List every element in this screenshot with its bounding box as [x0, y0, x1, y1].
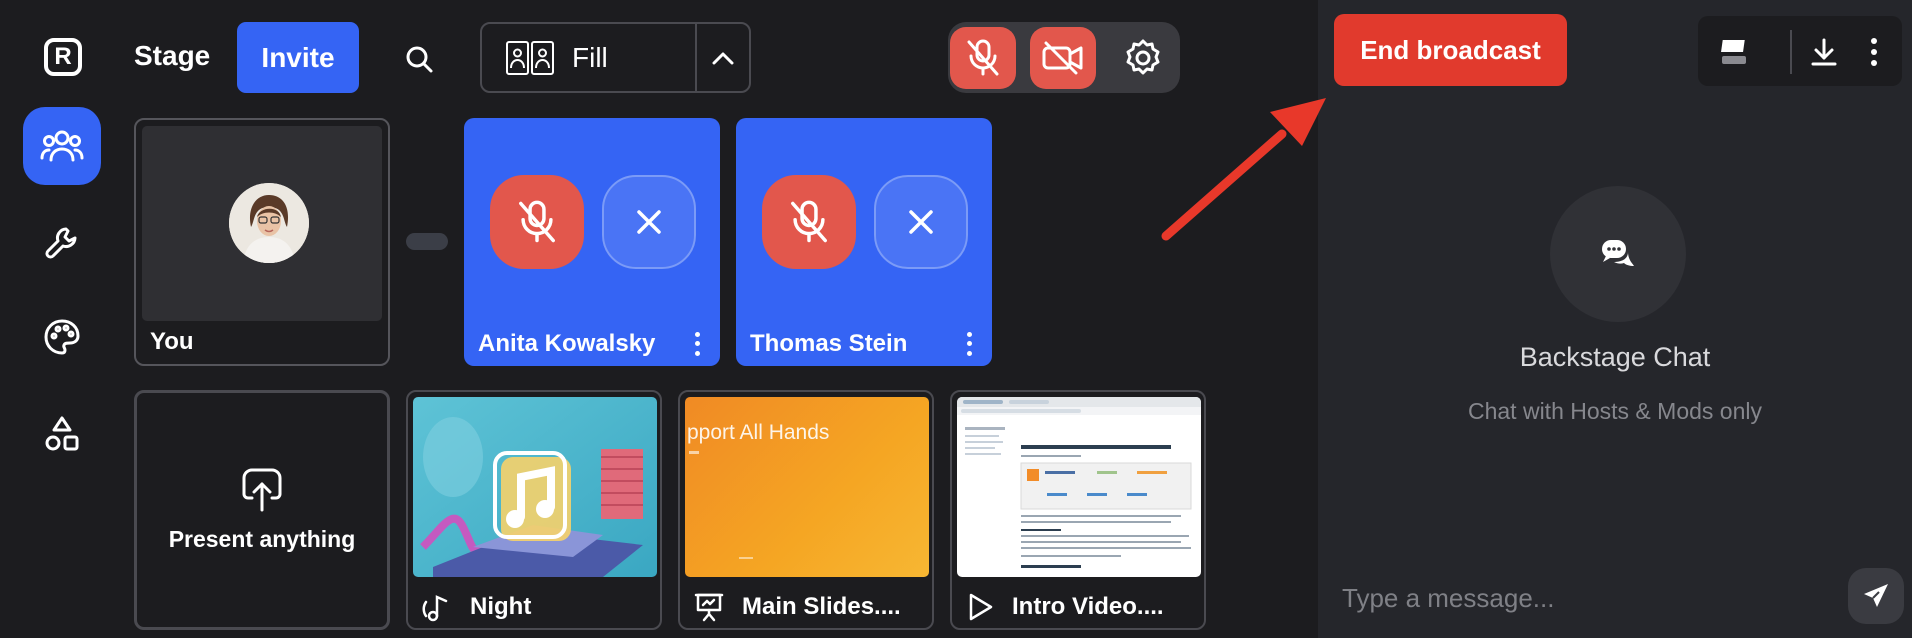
self-video-tile[interactable]: You [134, 118, 390, 366]
app-logo-icon: R [44, 38, 82, 76]
present-anything-button[interactable]: Present anything [134, 390, 390, 630]
media-item-night[interactable]: Night [406, 390, 662, 630]
gear-icon [1126, 39, 1160, 75]
presentation-icon [694, 593, 724, 622]
media-caption: Intro Video.... [966, 592, 1164, 622]
close-icon [637, 210, 661, 234]
studio-app: R Stage Invite Fill You Anita Kowalsky T… [0, 0, 1912, 638]
rail-tools-button[interactable] [23, 204, 101, 282]
layout-grid-icon [506, 40, 554, 75]
chevron-up-icon [712, 52, 734, 64]
download-icon [1811, 38, 1837, 66]
guest-more-button[interactable] [690, 330, 704, 358]
more-vertical-icon [1871, 38, 1877, 66]
close-icon [909, 210, 933, 234]
more-dots-icon [966, 332, 972, 338]
end-broadcast-button[interactable]: End broadcast [1334, 14, 1567, 86]
media-title: Main Slides.... [742, 593, 901, 620]
settings-button[interactable] [1110, 27, 1176, 89]
layout-select-current[interactable]: Fill [482, 24, 695, 91]
avatar [229, 183, 309, 263]
tab-stage[interactable]: Stage [134, 40, 210, 72]
media-item-intro-video[interactable]: Intro Video.... [950, 390, 1206, 630]
upload-icon [242, 468, 282, 511]
search-icon [406, 46, 433, 73]
wrench-icon [45, 227, 77, 259]
shapes-icon [45, 416, 79, 451]
mic-off-icon [519, 200, 555, 243]
present-anything-label: Present anything [168, 525, 356, 552]
stage-divider-handle[interactable] [406, 233, 448, 250]
media-title: Night [470, 593, 532, 620]
guest-mute-button[interactable] [762, 175, 856, 269]
chat-bubbles-icon [1602, 240, 1634, 266]
media-thumbnail [413, 397, 657, 577]
search-button[interactable] [398, 38, 440, 80]
send-icon [1864, 584, 1888, 607]
layout-select[interactable]: Fill [480, 22, 751, 93]
slide-thumb-title: pport All Hands [687, 421, 830, 444]
rail-elements-button[interactable] [23, 395, 101, 473]
layout-label: Fill [572, 41, 608, 73]
guest-name-label: Thomas Stein [750, 330, 908, 357]
guest-remove-button[interactable] [874, 175, 968, 269]
toolbar-divider [1790, 30, 1792, 74]
chat-subtitle: Chat with Hosts & Mods only [1467, 398, 1762, 424]
invite-button[interactable]: Invite [237, 22, 359, 93]
guest-mute-button[interactable] [490, 175, 584, 269]
guest-remove-button[interactable] [602, 175, 696, 269]
palette-icon [44, 319, 80, 355]
media-thumbnail [957, 397, 1201, 577]
left-rail: R [0, 0, 126, 638]
guest-tile[interactable]: Anita Kowalsky [464, 118, 720, 366]
people-icon [40, 130, 84, 162]
chat-title: Backstage Chat [1519, 342, 1711, 372]
media-thumbnail: pport All Hands [685, 397, 929, 577]
panel-toolbar [1698, 16, 1902, 86]
media-item-main-slides[interactable]: pport All Hands Main Slides.... [678, 390, 934, 630]
send-button[interactable] [1848, 568, 1904, 624]
play-icon [969, 593, 993, 621]
self-video-area [142, 126, 382, 321]
guest-tile[interactable]: Thomas Stein [736, 118, 992, 366]
more-dots-icon [694, 332, 700, 338]
mic-off-icon [967, 39, 999, 76]
mute-mic-button[interactable] [950, 27, 1016, 89]
guest-name-label: Anita Kowalsky [478, 330, 656, 357]
self-name-label: You [150, 328, 194, 355]
music-note-icon [422, 595, 448, 622]
panel-toggle-icon [1721, 40, 1746, 64]
panel-more-button[interactable] [1856, 34, 1892, 70]
mic-off-icon [791, 200, 827, 243]
chat-badge [1550, 186, 1686, 322]
media-caption: Night [422, 592, 531, 622]
guest-more-button[interactable] [962, 330, 976, 358]
camera-off-icon [1042, 41, 1083, 75]
media-title: Intro Video.... [1012, 593, 1164, 620]
backstage-panel: End broadcast Backstage Chat Chat with H… [1318, 0, 1912, 638]
rail-brand-button[interactable] [23, 298, 101, 376]
layout-toggle-button[interactable] [695, 24, 749, 91]
panel-layout-button[interactable] [1716, 34, 1752, 70]
media-caption: Main Slides.... [694, 592, 901, 622]
download-button[interactable] [1806, 34, 1842, 70]
chat-message-input[interactable] [1342, 578, 1822, 618]
camera-off-button[interactable] [1030, 27, 1096, 89]
rail-people-button[interactable] [23, 107, 101, 185]
